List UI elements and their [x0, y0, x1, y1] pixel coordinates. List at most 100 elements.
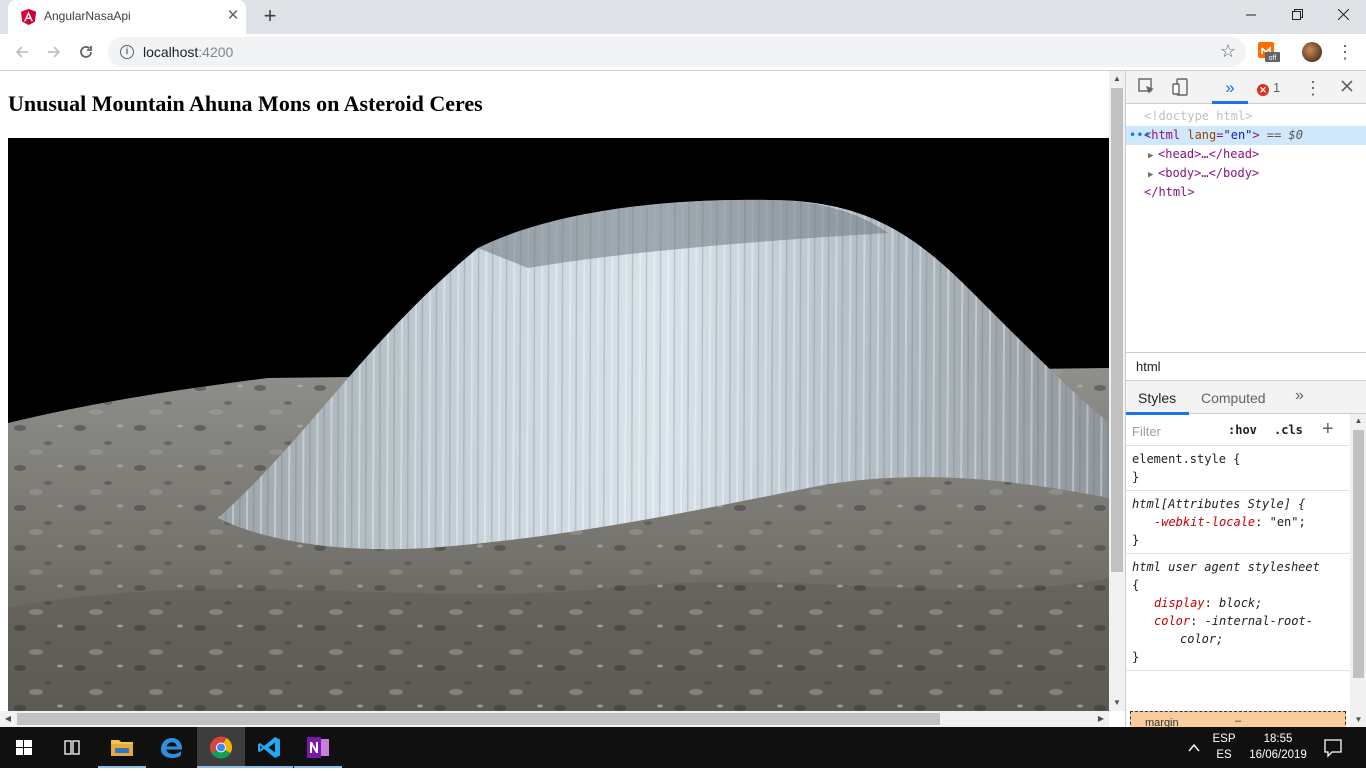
- dom-node-doctype[interactable]: <!doctype html>: [1126, 107, 1366, 126]
- tray-overflow-button[interactable]: [1184, 727, 1204, 768]
- property-name: display: [1154, 596, 1205, 610]
- styles-scrollbar[interactable]: ▲ ▼: [1350, 414, 1366, 727]
- more-tabs-chevron-icon[interactable]: »: [1295, 387, 1304, 405]
- clock[interactable]: 18:55 16/06/2019: [1244, 731, 1312, 763]
- info-icon[interactable]: i: [120, 45, 134, 59]
- dom-node-html[interactable]: ••• <html lang="en"> == $0: [1126, 126, 1366, 145]
- property-value: color;: [1180, 632, 1224, 646]
- url-host: localhost: [143, 44, 199, 60]
- scroll-down-arrow-icon[interactable]: ▼: [1350, 713, 1366, 727]
- styles-filter-row: :hov .cls +: [1126, 414, 1350, 446]
- minimize-icon: [1246, 14, 1256, 16]
- reload-icon: [80, 46, 92, 58]
- notification-icon: [1324, 739, 1342, 758]
- bookmark-star-icon[interactable]: ☆: [1220, 41, 1236, 62]
- style-rule-user-agent[interactable]: html user agent stylesheet { display: bl…: [1126, 554, 1350, 671]
- scroll-right-arrow-icon[interactable]: ▶: [1093, 711, 1109, 727]
- inspect-cursor-icon: [1138, 78, 1154, 94]
- task-view-button[interactable]: [48, 727, 96, 768]
- dom-node-head[interactable]: ▶ <head>…</head>: [1126, 145, 1366, 164]
- edge-button[interactable]: [148, 727, 196, 768]
- tab-close-icon[interactable]: ✕: [226, 8, 240, 23]
- cls-toggle[interactable]: .cls: [1274, 423, 1303, 437]
- edge-logo-icon: [161, 738, 183, 758]
- scroll-down-arrow-icon[interactable]: ▼: [1109, 695, 1125, 711]
- devtools-toolbar: » ✕ 1 ⋮: [1126, 71, 1366, 104]
- scrollbar-thumb[interactable]: [1111, 88, 1123, 572]
- angular-logo-icon: [21, 9, 36, 25]
- chrome-logo-icon: [210, 736, 232, 759]
- extension-badge-text: off: [1269, 55, 1277, 62]
- hov-toggle[interactable]: :hov: [1228, 423, 1257, 437]
- doctype-text: <!doctype html>: [1144, 109, 1253, 123]
- html-tag-bracket: >: [1252, 128, 1260, 142]
- dom-node-html-close[interactable]: </html>: [1126, 183, 1366, 202]
- chrome-button[interactable]: [197, 727, 245, 768]
- rule-close-brace: }: [1132, 650, 1140, 664]
- style-property[interactable]: display: block;: [1132, 594, 1344, 612]
- tab-styles[interactable]: Styles: [1138, 390, 1176, 406]
- styles-filter-input[interactable]: [1132, 421, 1216, 441]
- style-property[interactable]: color: -internal-root-: [1132, 612, 1344, 630]
- box-model[interactable]: margin –: [1130, 711, 1346, 727]
- input-language-indicator[interactable]: ESP ES: [1208, 731, 1240, 763]
- browser-tab[interactable]: AngularNasaApi ✕: [8, 0, 246, 34]
- folder-icon: [111, 740, 133, 756]
- style-rule-element[interactable]: element.style { }: [1126, 446, 1350, 491]
- devtools-panel: » ✕ 1 ⋮ <!doctype html> ••• <html lang="en…: [1125, 71, 1366, 727]
- extension-icon[interactable]: off: [1258, 42, 1280, 62]
- forward-button[interactable]: [40, 38, 68, 66]
- language-code: ESP: [1212, 733, 1236, 745]
- address-bar[interactable]: i localhost:4200 ☆: [108, 37, 1246, 67]
- inspect-element-icon[interactable]: [1137, 78, 1157, 98]
- apod-image: [8, 138, 1109, 711]
- new-tab-button[interactable]: +: [258, 4, 282, 28]
- more-tabs-chevron-icon[interactable]: »: [1220, 78, 1240, 98]
- body-tag: <body>…</body>: [1158, 166, 1260, 180]
- scrollbar-thumb[interactable]: [1353, 430, 1364, 678]
- style-rule-attributes[interactable]: html[Attributes Style] { -webkit-locale:…: [1126, 491, 1350, 554]
- chrome-menu-icon[interactable]: ⋮: [1336, 40, 1354, 64]
- url-port: :4200: [198, 44, 234, 60]
- dom-tree: <!doctype html> ••• <html lang="en"> == $…: [1126, 107, 1366, 202]
- vscode-logo-icon: [258, 737, 280, 758]
- html-attr-name: lang: [1187, 128, 1217, 142]
- new-style-rule-icon[interactable]: +: [1322, 418, 1334, 441]
- url-text[interactable]: localhost:4200: [143, 44, 233, 60]
- close-window-button[interactable]: [1320, 0, 1366, 30]
- device-toolbar-icon[interactable]: [1171, 78, 1191, 98]
- scrollbar-thumb[interactable]: [17, 713, 940, 725]
- rule-selector: html user agent stylesheet: [1132, 560, 1320, 574]
- start-button[interactable]: [0, 727, 48, 768]
- minimize-button[interactable]: [1228, 0, 1274, 30]
- breadcrumb-item-html[interactable]: html: [1136, 359, 1161, 374]
- ahuna-mons-image: [8, 138, 1109, 711]
- tab-computed[interactable]: Computed: [1201, 390, 1266, 406]
- reload-button[interactable]: [72, 38, 100, 66]
- page-vertical-scrollbar[interactable]: ▲ ▼: [1109, 71, 1125, 711]
- extension-badge-icon: off: [1258, 42, 1280, 62]
- scroll-up-arrow-icon[interactable]: ▲: [1350, 414, 1366, 428]
- device-icon: [1172, 78, 1188, 96]
- vscode-button[interactable]: [245, 727, 293, 768]
- dom-node-body[interactable]: ▶ <body>…</body>: [1126, 164, 1366, 183]
- scroll-up-arrow-icon[interactable]: ▲: [1109, 71, 1125, 87]
- devtools-menu-icon[interactable]: ⋮: [1303, 78, 1323, 98]
- property-value: "en";: [1269, 515, 1306, 529]
- selected-node-dots-icon: •••: [1129, 128, 1151, 142]
- action-center-button[interactable]: [1318, 727, 1348, 768]
- restore-button[interactable]: [1274, 0, 1320, 30]
- back-button[interactable]: [8, 38, 36, 66]
- error-icon: ✕: [1257, 84, 1269, 96]
- profile-avatar[interactable]: [1302, 42, 1322, 62]
- style-property[interactable]: -webkit-locale: "en";: [1132, 513, 1344, 531]
- devtools-close-button[interactable]: [1337, 78, 1357, 98]
- chevron-up-icon: [1188, 743, 1200, 752]
- error-counter[interactable]: ✕ 1: [1257, 78, 1280, 98]
- onenote-button[interactable]: [294, 727, 342, 768]
- property-name: -webkit-locale: [1154, 515, 1256, 529]
- page-horizontal-scrollbar[interactable]: ◀ ▶: [0, 711, 1109, 727]
- scroll-left-arrow-icon[interactable]: ◀: [0, 711, 16, 727]
- file-explorer-button[interactable]: [98, 727, 146, 768]
- page-viewport: Unusual Mountain Ahuna Mons on Asteroid …: [0, 71, 1125, 727]
